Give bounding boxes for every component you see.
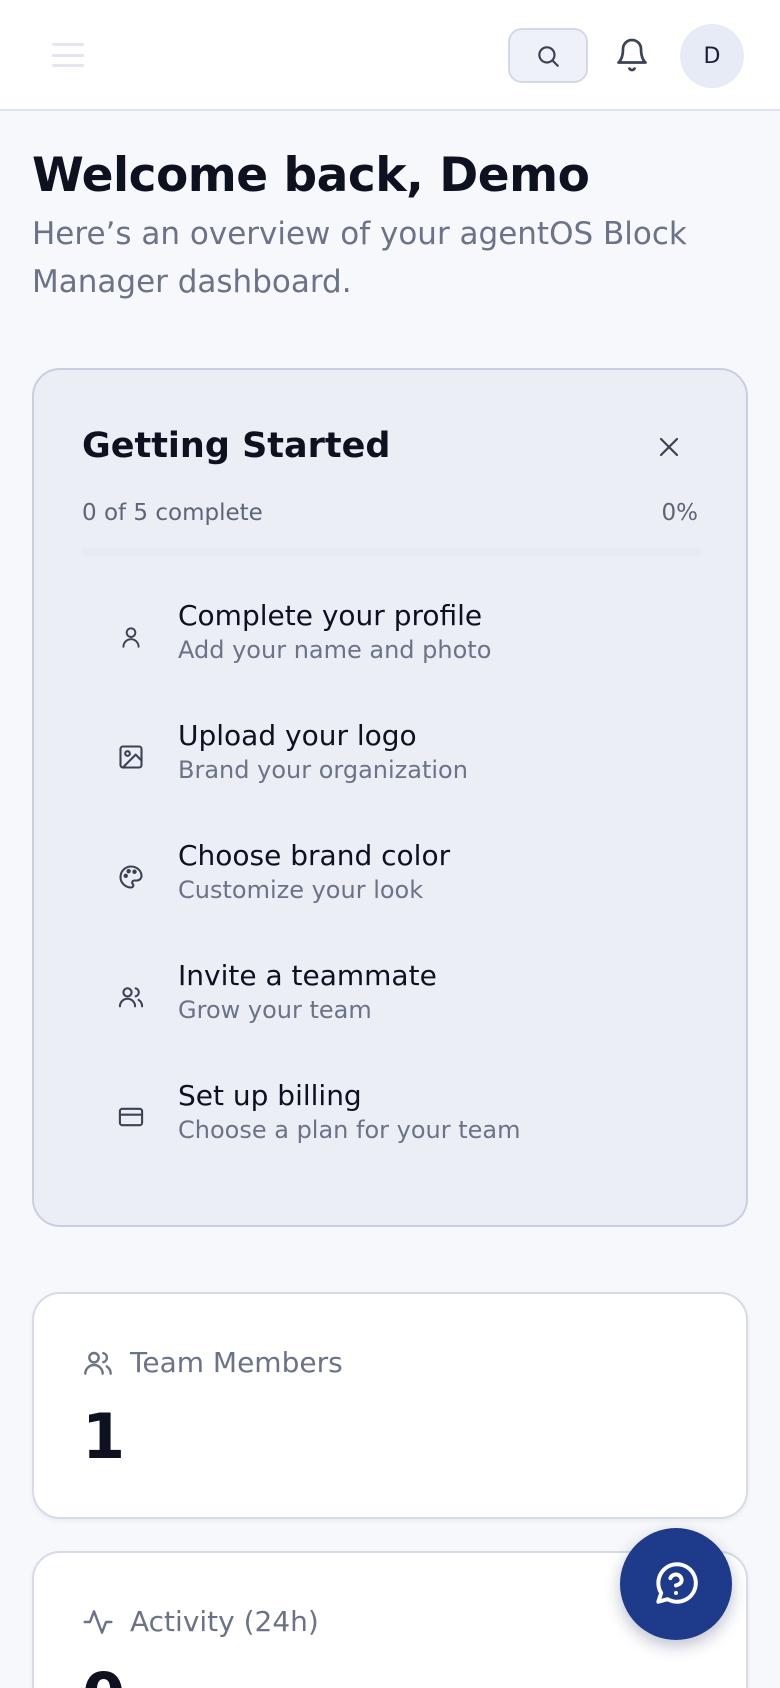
- users-icon: [116, 982, 146, 1012]
- task-choose-brand-color[interactable]: Choose brand color Customize your look: [82, 838, 702, 958]
- notifications-button[interactable]: [610, 33, 654, 77]
- page-title: Welcome back, Demo: [32, 148, 590, 203]
- credit-card-icon: [116, 1102, 146, 1132]
- help-chat-button[interactable]: [620, 1528, 732, 1640]
- progress-bar: [82, 548, 702, 556]
- stat-label: Team Members: [130, 1346, 343, 1379]
- getting-started-card: Getting Started 0 of 5 complete 0% Compl…: [32, 368, 748, 1227]
- progress-percent: 0%: [661, 500, 699, 526]
- task-upload-logo[interactable]: Upload your logo Brand your organization: [82, 718, 702, 838]
- stat-label: Activity (24h): [130, 1605, 319, 1638]
- task-title: Set up billing: [178, 1079, 362, 1112]
- users-icon: [82, 1347, 114, 1379]
- top-bar: D: [0, 0, 780, 111]
- task-description: Brand your organization: [178, 756, 468, 784]
- task-description: Grow your team: [178, 996, 372, 1024]
- search-button[interactable]: [508, 28, 588, 83]
- team-members-card[interactable]: Team Members 1: [32, 1292, 748, 1519]
- task-title: Choose brand color: [178, 839, 451, 872]
- task-invite-teammate[interactable]: Invite a teammate Grow your team: [82, 958, 702, 1078]
- close-icon: [659, 437, 679, 457]
- stat-value: 0: [82, 1658, 125, 1688]
- task-description: Customize your look: [178, 876, 424, 904]
- task-complete-profile[interactable]: Complete your profile Add your name and …: [82, 598, 702, 718]
- page-subtitle: Here’s an overview of your agentOS Block…: [32, 216, 687, 300]
- task-set-up-billing[interactable]: Set up billing Choose a plan for your te…: [82, 1078, 702, 1198]
- user-avatar[interactable]: D: [680, 24, 744, 88]
- stat-value: 1: [82, 1400, 126, 1473]
- user-icon: [116, 622, 146, 652]
- getting-started-list: Complete your profile Add your name and …: [82, 598, 702, 1198]
- help-chat-icon: [656, 1562, 698, 1604]
- bell-icon: [617, 38, 647, 72]
- task-title: Complete your profile: [178, 599, 483, 632]
- hamburger-icon[interactable]: [52, 43, 84, 67]
- image-icon: [116, 742, 146, 772]
- task-title: Upload your logo: [178, 719, 417, 752]
- activity-icon: [82, 1606, 114, 1638]
- task-description: Choose a plan for your team: [178, 1116, 521, 1144]
- task-description: Add your name and photo: [178, 636, 492, 664]
- task-title: Invite a teammate: [178, 959, 437, 992]
- progress-text: 0 of 5 complete: [82, 500, 263, 526]
- getting-started-title: Getting Started: [82, 426, 391, 466]
- close-getting-started-button[interactable]: [654, 432, 684, 462]
- search-icon: [538, 45, 559, 67]
- palette-icon: [116, 862, 146, 892]
- avatar-initial: D: [703, 43, 721, 69]
